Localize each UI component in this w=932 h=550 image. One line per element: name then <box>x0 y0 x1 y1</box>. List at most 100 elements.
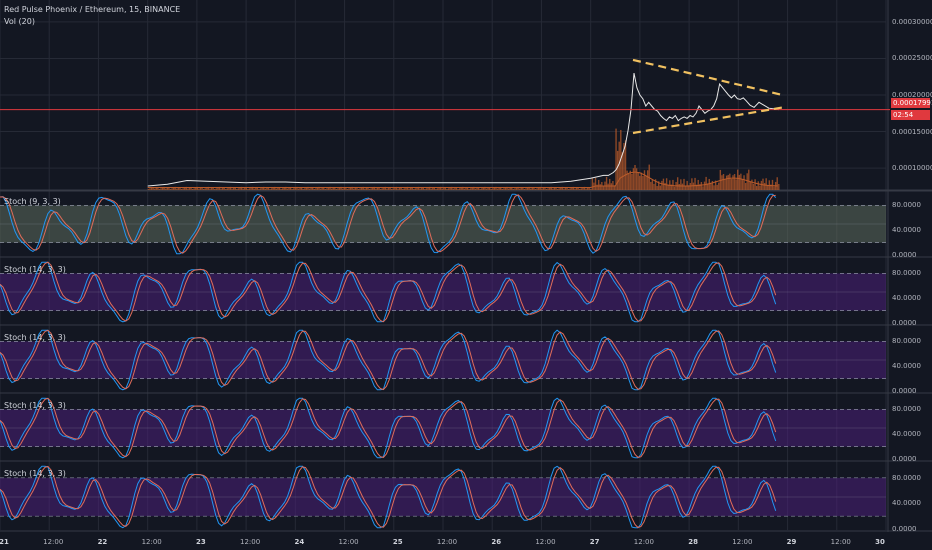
volume-bar <box>610 183 613 190</box>
volume-bar <box>280 189 282 190</box>
volume-bar <box>182 188 184 190</box>
volume-bar <box>465 187 467 190</box>
volume-bar <box>165 188 167 190</box>
x-axis-tick-label: 23 <box>196 538 206 546</box>
volume-bar <box>332 187 334 190</box>
volume-bar <box>259 188 262 190</box>
stoch-tick-label: 0.0000 <box>892 455 917 463</box>
volume-bar <box>436 188 439 190</box>
volume-bar <box>518 188 521 190</box>
volume-bar <box>398 187 401 190</box>
volume-bar <box>310 187 312 190</box>
volume-bar <box>198 188 200 190</box>
volume-bar <box>171 188 173 190</box>
volume-bar <box>319 188 322 190</box>
volume-bar <box>419 188 421 190</box>
volume-bar <box>702 186 704 190</box>
stoch-tick-label: 80.0000 <box>892 201 921 210</box>
volume-bar <box>365 187 368 190</box>
volume-bar <box>330 188 333 190</box>
volume-bar <box>474 188 477 190</box>
volume-bar <box>487 187 489 190</box>
volume-bar <box>236 189 238 190</box>
volume-bar <box>729 173 731 190</box>
x-axis-tick-label: 12:00 <box>535 538 556 546</box>
volume-bar <box>468 189 470 190</box>
x-axis-tick-label: 22 <box>97 538 108 546</box>
volume-bar <box>364 188 366 190</box>
volume-bar <box>220 188 222 190</box>
volume-bar <box>231 188 233 190</box>
volume-label: Vol (20) <box>4 17 35 26</box>
volume-bar <box>443 187 445 190</box>
volume-bar <box>275 188 278 190</box>
triangle-upper-trendline <box>632 58 783 97</box>
volume-bar <box>567 189 570 190</box>
volume-bar <box>337 188 339 190</box>
stoch-tick-label: 40.0000 <box>892 226 921 235</box>
volume-bar <box>530 188 532 190</box>
x-axis-tick-label: 29 <box>786 538 797 546</box>
volume-bar <box>556 189 559 190</box>
volume-bar <box>421 187 423 190</box>
volume-bar <box>321 187 323 190</box>
volume-bar <box>752 183 755 190</box>
volume-bar <box>149 188 151 190</box>
volume-bar <box>754 179 756 190</box>
volume-bar <box>713 185 715 190</box>
volume-bar <box>155 187 157 190</box>
stoch-tick-label: 0.0000 <box>892 319 917 327</box>
volume-bar <box>629 170 631 190</box>
volume-bar <box>492 188 494 190</box>
volume-bar <box>343 187 345 190</box>
volume-bar <box>646 170 649 190</box>
stoch-tick-label: 40.0000 <box>892 362 921 371</box>
volume-bar <box>335 189 338 190</box>
volume-bar <box>743 175 745 190</box>
volume-bar <box>232 187 235 190</box>
volume-bar <box>741 178 744 190</box>
volume-bar <box>304 188 306 190</box>
volume-bar <box>281 188 284 190</box>
volume-bar <box>691 178 693 190</box>
volume-bar <box>376 187 379 190</box>
volume-bar <box>432 187 434 190</box>
volume-bar <box>253 188 255 190</box>
volume-bar <box>531 187 534 190</box>
volume-bar <box>605 176 608 190</box>
volume-bar <box>749 181 752 190</box>
volume-bar <box>727 174 729 190</box>
volume-bar <box>738 174 740 190</box>
x-axis-tick-label: 12:00 <box>633 538 654 546</box>
stoch-panel-label: Stoch (14, 3, 3) <box>4 265 66 274</box>
stoch-tick-label: 80.0000 <box>892 473 921 482</box>
volume-bar <box>452 188 455 190</box>
volume-bar <box>725 175 728 190</box>
volume-bar <box>631 173 633 190</box>
volume-bar <box>293 188 295 190</box>
volume-bar <box>226 188 229 190</box>
volume-bar <box>435 189 437 190</box>
volume-bar <box>661 180 663 190</box>
volume-bar <box>545 189 548 190</box>
volume-bar <box>387 187 390 190</box>
volume-bar <box>525 188 527 190</box>
volume-bar <box>342 188 344 190</box>
volume-bar <box>594 177 597 190</box>
volume-bar <box>169 189 172 190</box>
volume-bar <box>507 188 510 190</box>
chart-canvas[interactable] <box>0 0 932 550</box>
volume-bar <box>637 172 639 190</box>
stoch-panel-label: Stoch (14, 3, 3) <box>4 333 66 342</box>
volume-bar <box>541 188 543 190</box>
volume-bar <box>640 172 643 190</box>
volume-bar <box>457 189 459 190</box>
volume-bar <box>643 170 646 190</box>
volume-bar <box>580 188 582 190</box>
volume-bar <box>244 187 246 190</box>
volume-bar <box>597 179 600 190</box>
volume-bar <box>269 189 271 190</box>
volume-bar <box>585 188 587 190</box>
volume-bar <box>564 187 567 190</box>
volume-bar <box>191 189 194 190</box>
